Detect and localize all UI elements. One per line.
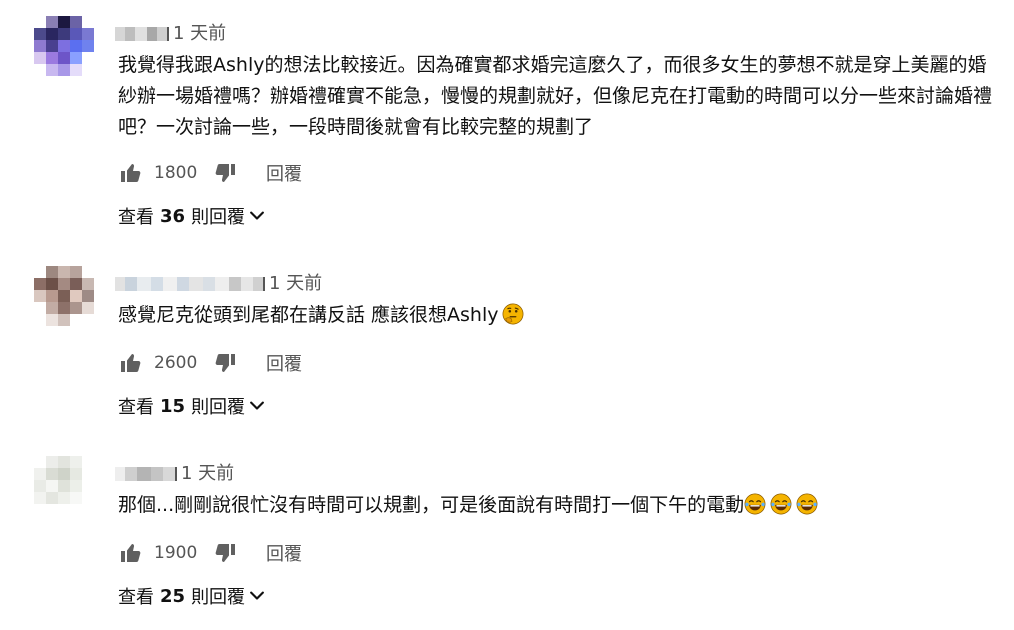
comment-header: 1 天前 (115, 460, 234, 488)
tears-of-joy-emoji (744, 493, 766, 515)
like-count: 1900 (154, 543, 198, 563)
reply-count: 36 (160, 205, 186, 227)
view-replies-suffix: 則回覆 (191, 207, 246, 228)
avatar[interactable] (34, 266, 94, 326)
reply-button[interactable]: 回覆 (266, 350, 302, 376)
comment-text: 我覺得我跟Ashly的想法比較接近。因為確實都求婚完這麼久了，而很多女生的夢想不… (118, 54, 993, 138)
chevron-down-icon (247, 206, 267, 226)
comment-thread: 1 天前 感覺尼克從頭到尾都在講反話 應該很想Ashly 2600 回覆 查看 … (0, 250, 1014, 440)
comment-timestamp[interactable]: 1 天前 (173, 22, 226, 46)
comment-timestamp[interactable]: 1 天前 (181, 462, 234, 486)
avatar[interactable] (34, 16, 94, 76)
comment-actions: 2600 回覆 (118, 348, 302, 378)
reply-count: 25 (160, 585, 186, 607)
dislike-button[interactable] (212, 160, 238, 186)
dislike-button[interactable] (212, 540, 238, 566)
tears-of-joy-emoji (770, 493, 792, 515)
comment-actions: 1800 回覆 (118, 158, 302, 188)
like-count: 1800 (154, 163, 198, 183)
avatar[interactable] (34, 456, 94, 516)
thumbs-up-icon (119, 541, 143, 565)
reply-button[interactable]: 回覆 (266, 160, 302, 186)
view-replies-prefix: 查看 (118, 587, 154, 608)
chevron-down-icon (247, 586, 267, 606)
like-button[interactable] (118, 540, 144, 566)
like-button[interactable] (118, 160, 144, 186)
view-replies-button[interactable]: 查看 25 則回覆 (118, 583, 267, 609)
reply-count: 15 (160, 395, 186, 417)
comment-actions: 1900 回覆 (118, 538, 302, 568)
comment-thread: 1 天前 我覺得我跟Ashly的想法比較接近。因為確實都求婚完這麼久了，而很多女… (0, 0, 1014, 228)
view-replies-prefix: 查看 (118, 397, 154, 418)
comment-header: 1 天前 (115, 270, 322, 298)
thinking-face-emoji (502, 303, 524, 325)
view-replies-suffix: 則回覆 (191, 587, 246, 608)
tears-of-joy-emoji (796, 493, 818, 515)
thumbs-up-icon (119, 351, 143, 375)
comment-text-content: 感覺尼克從頭到尾都在講反話 應該很想Ashly (118, 304, 499, 326)
thumbs-up-icon (119, 161, 143, 185)
view-replies-prefix: 查看 (118, 207, 154, 228)
author-name-redacted[interactable] (115, 24, 169, 44)
dislike-button[interactable] (212, 350, 238, 376)
view-replies-suffix: 則回覆 (191, 397, 246, 418)
comment-thread: 1 天前 那個...剛剛說很忙沒有時間可以規劃，可是後面說有時間打一個下午的電動… (0, 440, 1014, 630)
comment-text: 那個...剛剛說很忙沒有時間可以規劃，可是後面說有時間打一個下午的電動 (118, 490, 998, 521)
comment-timestamp[interactable]: 1 天前 (269, 272, 322, 296)
view-replies-button[interactable]: 查看 15 則回覆 (118, 393, 267, 419)
like-button[interactable] (118, 350, 144, 376)
comment-text-content: 那個...剛剛說很忙沒有時間可以規劃，可是後面說有時間打一個下午的電動 (118, 494, 745, 516)
like-count: 2600 (154, 353, 198, 373)
thumbs-down-icon (213, 161, 237, 185)
thumbs-down-icon (213, 351, 237, 375)
comment-text: 感覺尼克從頭到尾都在講反話 應該很想Ashly (118, 300, 998, 331)
author-name-redacted[interactable] (115, 464, 177, 484)
comment-header: 1 天前 (115, 20, 226, 48)
thumbs-down-icon (213, 541, 237, 565)
view-replies-button[interactable]: 查看 36 則回覆 (118, 203, 267, 229)
reply-button[interactable]: 回覆 (266, 540, 302, 566)
chevron-down-icon (247, 396, 267, 416)
author-name-redacted[interactable] (115, 274, 265, 294)
